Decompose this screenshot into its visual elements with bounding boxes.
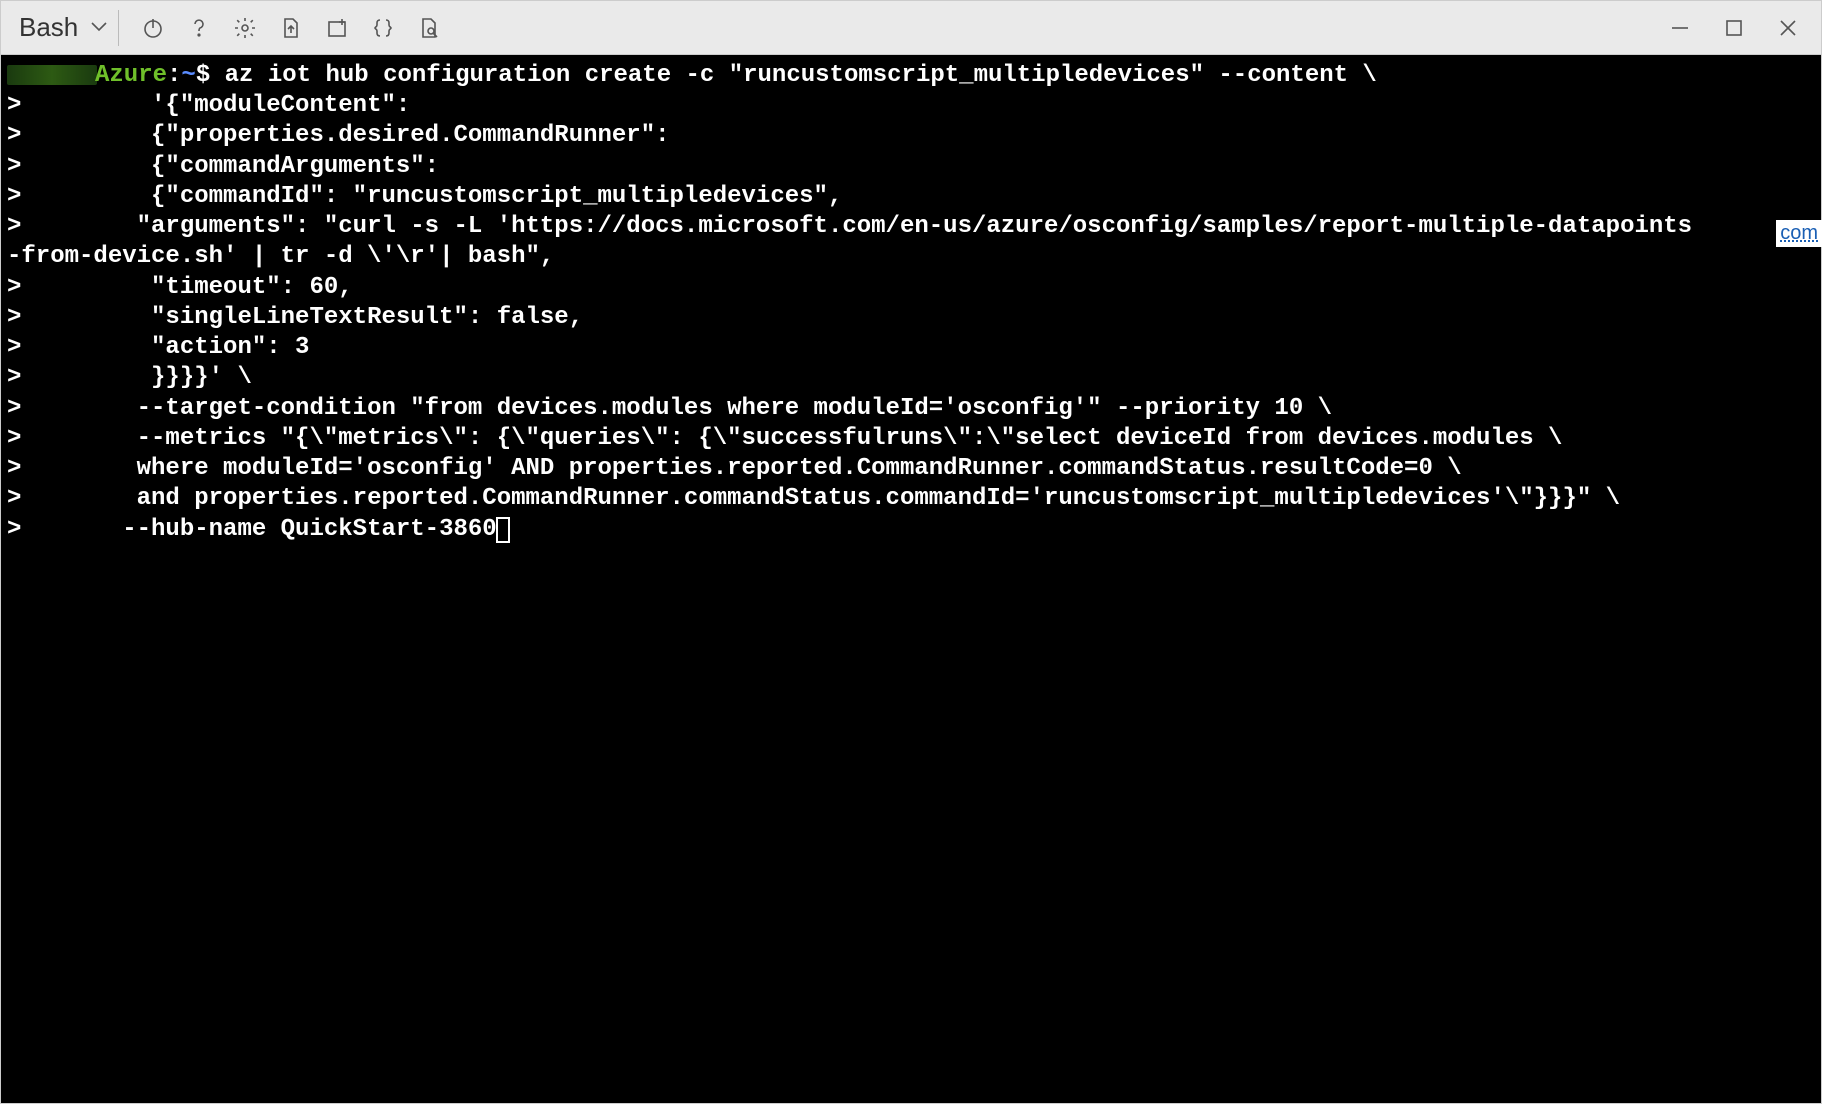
terminal-line: > and properties.reported.CommandRunner.… [7,484,1815,514]
command-text: '{"moduleContent": [36,92,410,119]
terminal-line: > }}}}' \ [7,363,1815,393]
close-icon[interactable] [1775,15,1801,41]
command-text: {"commandArguments": [36,153,439,180]
cursor [496,517,510,543]
web-preview-icon[interactable] [415,14,443,42]
settings-gear-icon[interactable] [231,14,259,42]
new-session-icon[interactable] [323,14,351,42]
prompt-user: Azure [95,62,167,89]
continuation-marker: > [7,92,36,119]
command-text: where moduleId='osconfig' AND properties… [36,455,1462,482]
terminal-line: > --hub-name QuickStart-3860 [7,515,1815,545]
command-text: {"properties.desired.CommandRunner": [36,122,670,149]
command-text: {"commandId": "runcustomscript_multipled… [36,183,843,210]
command-text: and properties.reported.CommandRunner.co… [36,485,1620,512]
continuation-marker: > [7,364,36,391]
toolbar [127,14,443,42]
terminal-line: Azure:~$ az iot hub configuration create… [7,61,1815,91]
terminal-line: > --target-condition "from devices.modul… [7,394,1815,424]
terminal-line: > {"properties.desired.CommandRunner": [7,121,1815,151]
command-text: -from-device.sh' | tr -d \'\r'| bash", [7,243,554,270]
continuation-marker: > [7,425,36,452]
prompt-dollar: $ [196,62,225,89]
continuation-marker: > [7,516,36,543]
maximize-icon[interactable] [1721,15,1747,41]
terminal-line: > "action": 3 [7,333,1815,363]
command-text: --metrics "{\"metrics\": {\"queries\": {… [36,425,1563,452]
continuation-marker: > [7,122,36,149]
minimize-icon[interactable] [1667,15,1693,41]
shell-name-label: Bash [19,12,78,43]
terminal-line: -from-device.sh' | tr -d \'\r'| bash", [7,242,1815,272]
command-text: "arguments": "curl -s -L 'https://docs.m… [36,213,1692,240]
terminal-line: > '{"moduleContent": [7,91,1815,121]
terminal-line: > {"commandId": "runcustomscript_multipl… [7,182,1815,212]
window-controls [1667,15,1813,41]
chevron-down-icon [90,17,108,38]
terminal-line: > "arguments": "curl -s -L 'https://docs… [7,212,1815,242]
shell-select-dropdown[interactable]: Bash [9,10,119,46]
continuation-marker: > [7,183,36,210]
command-text: "timeout": 60, [36,274,353,301]
command-text: "singleLineTextResult": false, [36,304,583,331]
cloud-shell-window: Bash [0,0,1822,1104]
terminal-line: > "timeout": 60, [7,273,1815,303]
editor-braces-icon[interactable] [369,14,397,42]
prompt-path: ~ [181,62,195,89]
continuation-marker: > [7,334,36,361]
command-text: az iot hub configuration create -c "runc… [225,62,1377,89]
power-icon[interactable] [139,14,167,42]
command-text: --target-condition "from devices.modules… [36,395,1332,422]
continuation-marker: > [7,395,36,422]
overflow-link-fragment: com [1776,220,1822,247]
command-text: }}}}' \ [36,364,252,391]
help-icon[interactable] [185,14,213,42]
continuation-marker: > [7,455,36,482]
continuation-marker: > [7,213,36,240]
command-text: --hub-name QuickStart-3860 [36,516,497,543]
prompt-sep: : [167,62,181,89]
command-text: "action": 3 [36,334,310,361]
continuation-marker: > [7,274,36,301]
continuation-marker: > [7,485,36,512]
redacted-username [7,65,97,85]
terminal-line: > where moduleId='osconfig' AND properti… [7,454,1815,484]
terminal-output[interactable]: Azure:~$ az iot hub configuration create… [1,55,1821,1103]
upload-file-icon[interactable] [277,14,305,42]
terminal-line: > "singleLineTextResult": false, [7,303,1815,333]
titlebar: Bash [1,1,1821,55]
terminal-line: > --metrics "{\"metrics\": {\"queries\":… [7,424,1815,454]
terminal-line: > {"commandArguments": [7,152,1815,182]
continuation-marker: > [7,304,36,331]
continuation-marker: > [7,153,36,180]
